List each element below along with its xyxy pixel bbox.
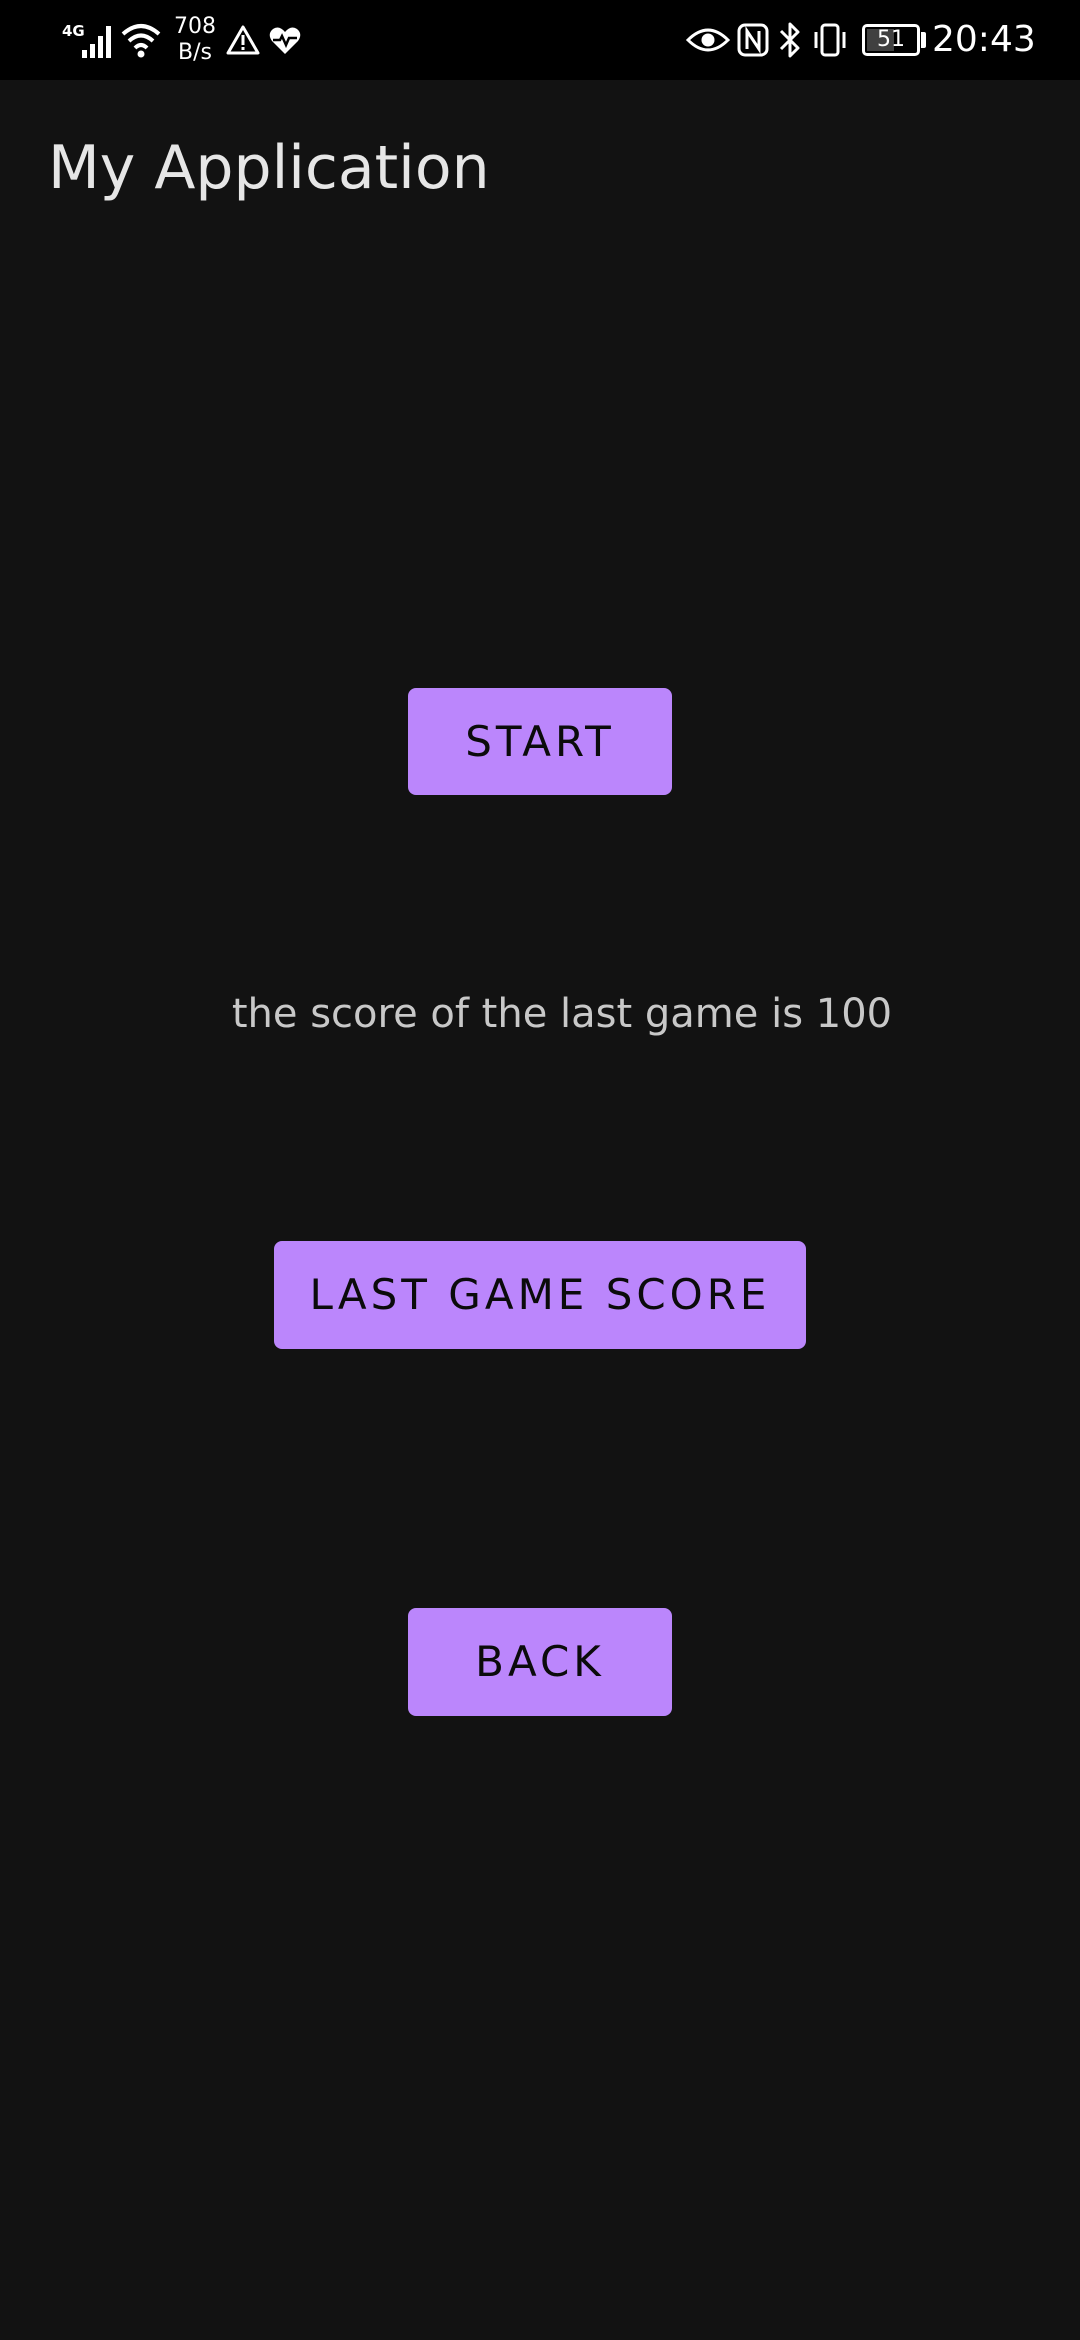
wifi-icon: [121, 24, 161, 58]
warning-icon: [226, 25, 260, 55]
nfc-icon: [737, 23, 769, 57]
status-time: 20:43: [932, 19, 1036, 60]
network-speed: 708 B/s: [170, 14, 220, 66]
status-bar: 4G 708 B/s 51 20:43: [0, 0, 1080, 80]
vibrate-icon: [814, 23, 846, 57]
network-speed-unit: B/s: [178, 40, 212, 65]
eye-icon: [686, 28, 730, 52]
last-score-message: the score of the last game is 100: [231, 991, 893, 1037]
start-button[interactable]: START: [408, 688, 672, 795]
bluetooth-icon: [779, 22, 800, 58]
battery-tip: [921, 32, 926, 48]
battery-level: 51: [877, 27, 905, 52]
network-speed-value: 708: [174, 14, 216, 39]
health-icon: [269, 27, 301, 54]
app-title: My Application: [48, 133, 490, 203]
last-game-score-button[interactable]: LAST GAME SCORE: [274, 1241, 806, 1349]
back-button[interactable]: BACK: [408, 1608, 672, 1716]
network-type-label: 4G: [62, 22, 85, 40]
